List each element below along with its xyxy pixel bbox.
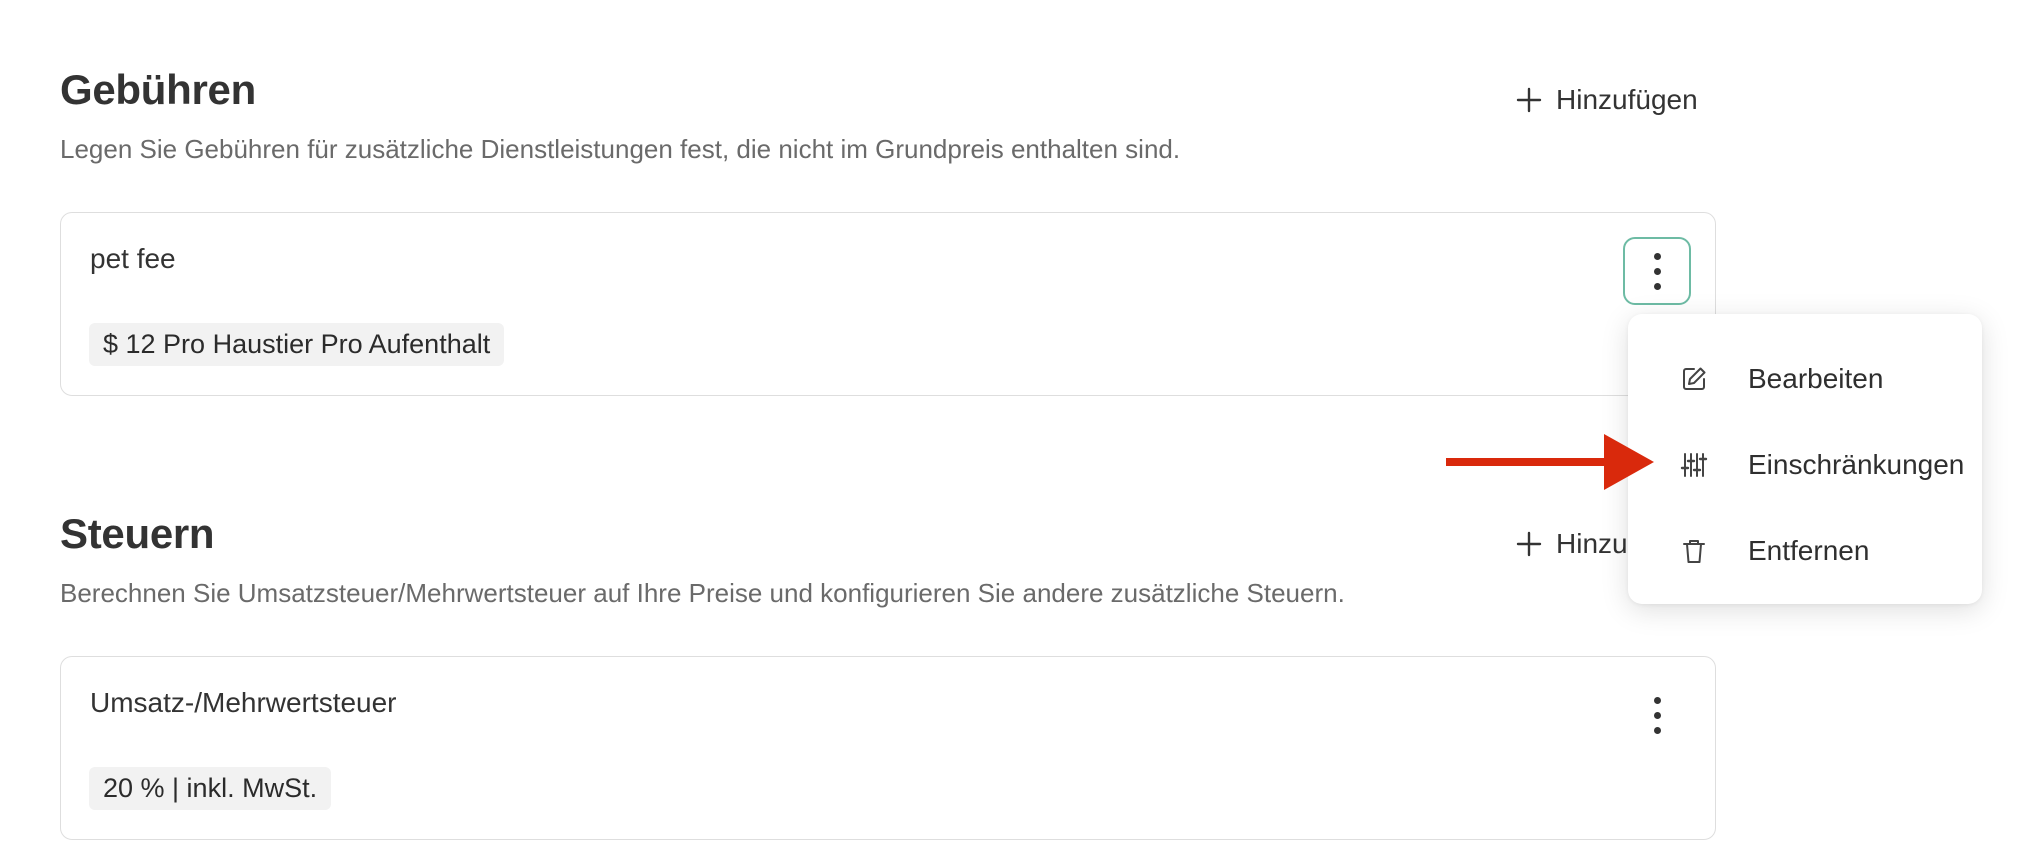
more-vertical-icon — [1653, 252, 1661, 290]
fee-card: pet fee $ 12 Pro Haustier Pro Aufenthalt — [60, 212, 1716, 396]
menu-item-edit[interactable]: Bearbeiten — [1628, 336, 1982, 422]
taxes-section-title: Steuern — [60, 510, 215, 557]
trash-icon — [1683, 540, 1705, 563]
fees-section-description: Legen Sie Gebühren für zusätzliche Diens… — [60, 134, 1181, 164]
sliders-icon — [1680, 453, 1708, 477]
plus-icon — [1516, 87, 1542, 113]
fee-context-menu: Bearbeiten Einschränkungen Entfernen — [1628, 314, 1982, 604]
page: Gebühren Hinzufügen Legen Sie Gebühren f… — [0, 0, 2036, 850]
more-vertical-icon — [1653, 696, 1661, 734]
fees-add-label: Hinzufügen — [1556, 84, 1698, 115]
menu-item-remove[interactable]: Entfernen — [1628, 508, 1982, 594]
fee-price-tag: $ 12 Pro Haustier Pro Aufenthalt — [89, 323, 505, 366]
menu-item-edit-label: Bearbeiten — [1748, 363, 1884, 394]
tax-card: Umsatz-/Mehrwertsteuer 20 % | inkl. MwSt… — [60, 656, 1716, 840]
tax-rate-tag: 20 % | inkl. MwSt. — [89, 767, 332, 810]
plus-icon — [1516, 531, 1542, 557]
taxes-section-description: Berechnen Sie Umsatzsteuer/Mehrwertsteue… — [60, 578, 1345, 608]
menu-item-remove-label: Entfernen — [1748, 535, 1870, 566]
tax-name: Umsatz-/Mehrwertsteuer — [90, 687, 397, 718]
fee-more-options-button[interactable] — [1623, 237, 1691, 305]
annotation-arrow — [1446, 434, 1654, 490]
taxes-add-button[interactable]: Hinzufügen — [1516, 528, 1628, 560]
fee-name: pet fee — [90, 243, 176, 274]
fees-add-button[interactable]: Hinzufügen — [1516, 84, 1698, 116]
menu-item-restrictions-label: Einschränkungen — [1748, 449, 1965, 480]
menu-item-restrictions[interactable]: Einschränkungen — [1628, 422, 1982, 508]
edit-icon — [1683, 367, 1706, 390]
taxes-add-label: Hinzufügen — [1556, 528, 1628, 559]
fees-section-title: Gebühren — [60, 66, 256, 113]
tax-more-options-button[interactable] — [1623, 681, 1691, 749]
